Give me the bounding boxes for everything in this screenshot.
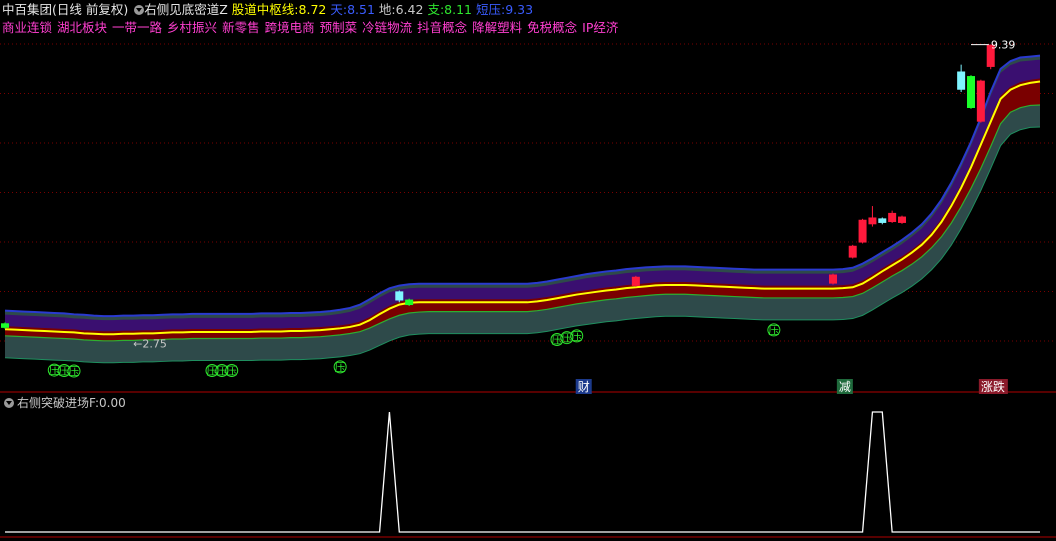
low-price-label: ←2.75 xyxy=(133,337,167,350)
sub-indicator-header: 右侧突破进场F:0.00 xyxy=(2,395,126,411)
concept-tag[interactable]: 一带一路 xyxy=(112,20,162,35)
event-jian-tag: 减 xyxy=(839,380,851,394)
concept-tag[interactable]: 冷链物流 xyxy=(362,20,412,35)
indicator-name: 右侧见底密道Z xyxy=(144,2,228,17)
candle-body xyxy=(976,80,985,122)
concept-tag[interactable]: 商业连锁 xyxy=(2,20,52,35)
candle-body xyxy=(631,276,640,286)
candle-body xyxy=(395,291,404,301)
candle-body xyxy=(898,216,906,223)
sky-label: 天: xyxy=(330,2,348,17)
candle-body xyxy=(829,274,837,284)
resist-label: 短压: xyxy=(475,2,506,17)
candle-body xyxy=(858,219,867,243)
concept-tag[interactable]: IP经济 xyxy=(582,20,618,35)
entry-signal-line xyxy=(5,411,1040,533)
event-cai-tag: 财 xyxy=(578,380,590,394)
support-label: 支: xyxy=(427,2,445,17)
sub-indicator-menu-icon[interactable] xyxy=(4,398,14,408)
concept-tag[interactable]: 乡村振兴 xyxy=(167,20,217,35)
earth-value: 6.42 xyxy=(395,2,424,17)
concept-tag[interactable]: 跨境电商 xyxy=(265,20,315,35)
concept-tag[interactable]: 湖北板块 xyxy=(57,20,107,35)
pressure-label: 压 xyxy=(226,365,237,378)
resist-value: 9.33 xyxy=(505,2,534,17)
concept-tag[interactable]: 降解塑料 xyxy=(472,20,522,35)
pressure-label: 压 xyxy=(768,324,779,337)
candle-body xyxy=(888,212,897,223)
candle-body xyxy=(957,71,966,90)
high-price-label: 9.39 xyxy=(991,39,1016,52)
chart-canvas: 压压压 压压压 压压压压 压←2.759.39财减涨跌 xyxy=(0,39,1056,538)
sky-value: 8.51 xyxy=(347,2,375,17)
sub-indicator-value: 0.00 xyxy=(99,396,126,410)
concept-tag[interactable]: 免税概念 xyxy=(527,20,577,35)
event-zhangdie-tag: 涨跌 xyxy=(981,379,1005,394)
indicator-menu-icon[interactable] xyxy=(134,5,145,15)
candle-body xyxy=(405,299,414,306)
pressure-label: 压 xyxy=(335,361,346,374)
support-value: 8.11 xyxy=(444,2,472,17)
pivot-value: 8.72 xyxy=(298,2,327,17)
candle-body xyxy=(967,76,975,108)
concept-list: 商业连锁 湖北板块 一带一路 乡村振兴 新零售 跨境电商 预制菜 冷链物流 抖音概念 降解塑料 免税… xyxy=(2,20,623,36)
candle-body xyxy=(1,323,9,328)
concept-tag[interactable]: 抖音概念 xyxy=(417,20,467,35)
earth-label: 地: xyxy=(378,2,396,17)
stock-name: 中百集团 xyxy=(2,2,53,17)
concept-tag[interactable]: 预制菜 xyxy=(320,20,358,35)
candle-body xyxy=(848,245,857,258)
candle-body xyxy=(868,217,877,225)
period-label: (日线 前复权) xyxy=(52,2,129,17)
pressure-label: 压 xyxy=(69,365,80,378)
outer-band xyxy=(5,55,1040,363)
pressure-label: 压 xyxy=(571,330,582,343)
pivot-label: 股道中枢线: xyxy=(231,2,299,17)
concept-tag[interactable]: 新零售 xyxy=(222,20,260,35)
chart-header: 中百集团(日线 前复权) 右侧见底密道Z 股道中枢线:8.72 天:8.51 地… xyxy=(2,2,533,18)
sub-indicator-name: 右侧突破进场F xyxy=(17,396,95,410)
candle-body xyxy=(878,218,887,223)
